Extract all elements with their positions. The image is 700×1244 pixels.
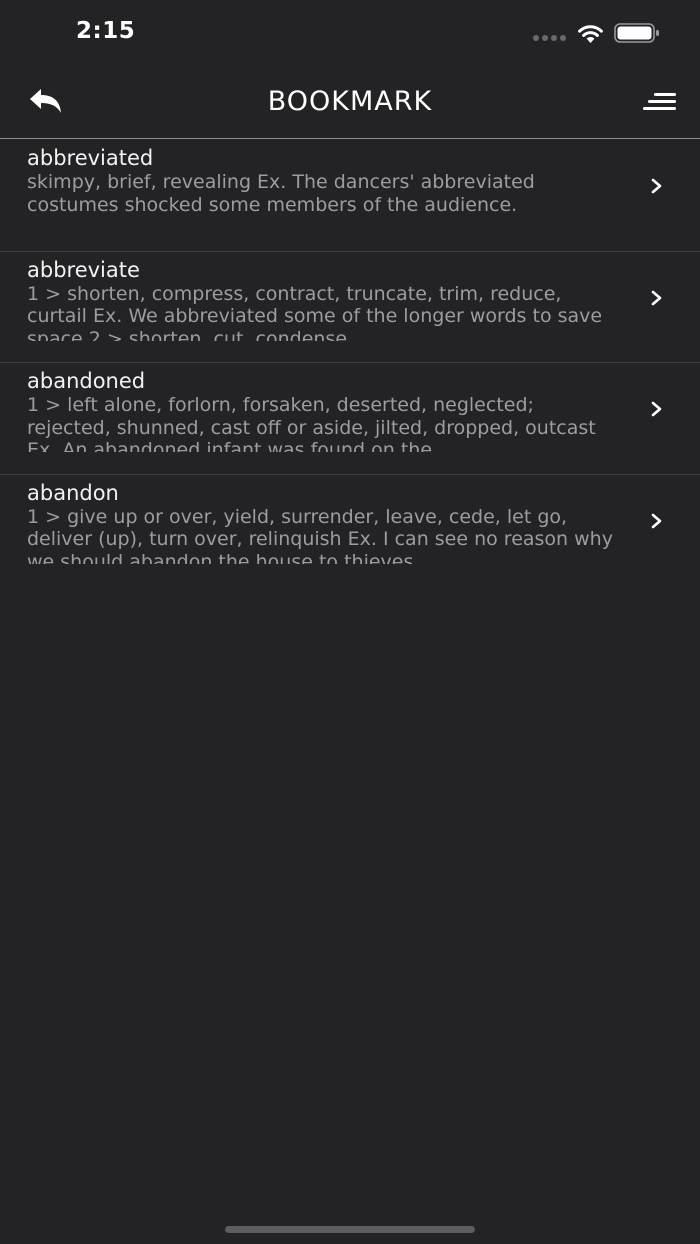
bookmark-definition: skimpy, brief, revealing Ex. The dancers… xyxy=(27,171,535,216)
bookmark-item[interactable]: abbreviated skimpy, brief, revealing Ex.… xyxy=(0,140,700,252)
status-bar: 2:15 xyxy=(0,0,700,66)
bookmark-definition: 1 > left alone, forlorn, forsaken, deser… xyxy=(27,394,596,452)
chevron-right-icon xyxy=(651,178,662,194)
battery-icon xyxy=(614,23,659,43)
bookmark-word: abandoned xyxy=(27,369,146,393)
bookmark-list: abbreviated skimpy, brief, revealing Ex.… xyxy=(0,140,700,586)
bookmark-word: abandon xyxy=(27,480,119,505)
chevron-right-icon xyxy=(651,401,662,417)
bookmark-word: abbreviate xyxy=(27,257,140,282)
cellular-signal-icon xyxy=(533,35,567,41)
navigation-bar: BOOKMARK xyxy=(0,66,700,139)
sort-lines-icon[interactable] xyxy=(642,90,676,116)
bookmark-word: abbreviated xyxy=(27,146,154,170)
wifi-icon xyxy=(578,25,603,43)
bookmark-screen: 2:15 BOOKMARK abbreviated skimpy, brief,… xyxy=(0,0,700,1244)
home-indicator xyxy=(225,1226,475,1233)
status-time: 2:15 xyxy=(76,18,136,44)
bookmark-item[interactable]: abandoned 1 > left alone, forlorn, forsa… xyxy=(0,363,700,475)
bookmark-definition: 1 > give up or over, yield, surrender, l… xyxy=(27,505,613,564)
bookmark-item[interactable]: abbreviate 1 > shorten, compress, contra… xyxy=(0,252,700,363)
chevron-right-icon xyxy=(651,513,662,528)
bookmark-item[interactable]: abandon 1 > give up or over, yield, surr… xyxy=(0,475,700,587)
chevron-right-icon xyxy=(651,290,662,305)
page-title: BOOKMARK xyxy=(267,86,433,117)
bookmark-definition: 1 > shorten, compress, contract, truncat… xyxy=(27,282,603,341)
